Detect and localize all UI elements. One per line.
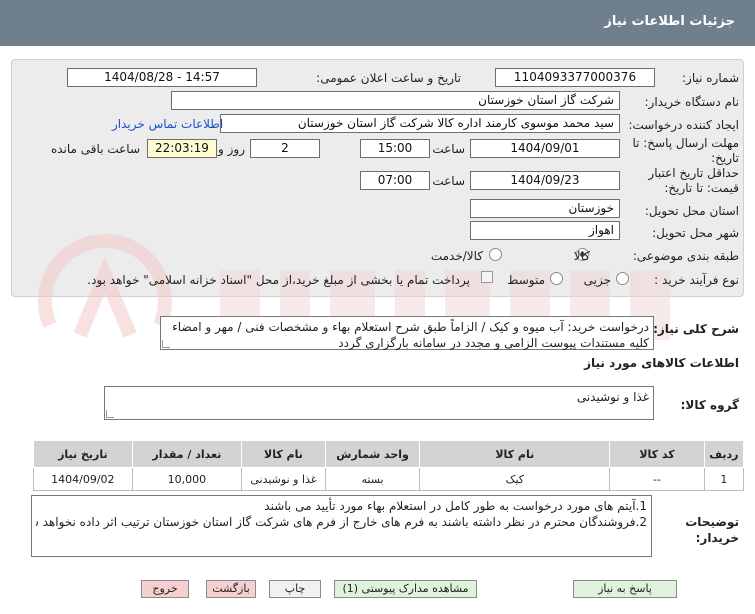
process-radio-medium[interactable] [550, 272, 563, 285]
process-option-medium: متوسط [507, 273, 545, 287]
creator-label: ایجاد کننده درخواست: [628, 118, 739, 132]
cell-unit: بسته [324, 467, 421, 491]
col-quantity: تعداد / مقدار [131, 440, 243, 468]
need-number-label: شماره نیاز: [682, 71, 739, 85]
buyer-note-line-2: 2.فروشندگان محترم در نظر داشته باشند به … [36, 515, 647, 529]
remaining-time-field[interactable]: 22:03:19 [147, 139, 217, 158]
validity-time-label: ساعت [432, 174, 465, 188]
page-title: جزئیات اطلاعات نیاز [604, 14, 735, 29]
back-button[interactable]: بازگشت [206, 580, 256, 598]
cell-need-date: 1404/09/02 [33, 467, 133, 491]
col-row: ردیف [703, 440, 745, 468]
table-row[interactable]: 1 -- کیک بسته غذا و نوشیدنی 10,000 1404/… [33, 467, 745, 491]
col-unit: واحد شمارش [324, 440, 421, 468]
days-remaining-field[interactable]: 2 [250, 139, 320, 158]
deadline-time-label: ساعت [432, 142, 465, 156]
province-label: استان محل تحویل: [644, 204, 739, 218]
goods-table: ردیف کد کالا نام کالا واحد شمارش نام کال… [33, 440, 745, 491]
city-label: شهر محل تحویل: [652, 226, 739, 240]
buyer-contact-link[interactable]: اطلاعات تماس خریدار [112, 117, 223, 131]
description-label: شرح کلی نیاز: [653, 322, 739, 336]
col-group: نام کالا [241, 440, 326, 468]
process-option-minor: جزیی [583, 273, 611, 287]
exit-button[interactable]: خروج [141, 580, 189, 598]
buyer-notes-label: توضیحات خریدار: [685, 515, 739, 545]
need-number-field[interactable]: 1104093377000376 [495, 68, 655, 87]
process-radio-minor[interactable] [616, 272, 629, 285]
deadline-label: مهلت ارسال پاسخ: تا تاریخ: [632, 136, 739, 165]
treasury-payment-checkbox[interactable] [481, 271, 493, 283]
col-name: نام کالا [419, 440, 611, 468]
creator-field[interactable]: سید محمد موسوی کارمند اداره کالا شرکت گا… [220, 114, 620, 133]
category-label: طبقه بندی موضوعی: [632, 249, 739, 263]
col-need-date: تاریخ نیاز [33, 440, 133, 468]
buyer-org-label: نام دستگاه خریدار: [644, 95, 740, 109]
province-field[interactable]: خوزستان [470, 199, 620, 218]
validity-label: حداقل تاریخ اعتبار قیمت: تا تاریخ: [648, 166, 739, 195]
payment-note: پرداخت تمام یا بخشی از مبلغ خرید،از محل … [87, 273, 470, 287]
cell-name: کیک [419, 467, 611, 491]
resize-handle-icon[interactable] [162, 340, 170, 348]
deadline-date-field[interactable]: 1404/09/01 [470, 139, 620, 158]
buyer-note-line-1: 1.آیتم های مورد درخواست به طور کامل در ا… [264, 499, 647, 513]
days-label: روز و [218, 142, 245, 156]
reply-button[interactable]: پاسخ به نیاز [573, 580, 677, 598]
remaining-time-label: ساعت باقی مانده [50, 142, 140, 156]
validity-time-field[interactable]: 07:00 [360, 171, 430, 190]
attachments-button[interactable]: مشاهده مدارک پیوستی (1) [334, 580, 477, 598]
buyer-notes-textarea[interactable]: 1.آیتم های مورد درخواست به طور کامل در ا… [31, 495, 652, 557]
cell-row: 1 [703, 467, 745, 491]
cell-quantity: 10,000 [131, 467, 243, 491]
print-button[interactable]: چاپ [269, 580, 321, 598]
cell-code: -- [609, 467, 705, 491]
process-label: نوع فرآیند خرید : [654, 273, 739, 287]
col-code: کد کالا [609, 440, 705, 468]
buyer-org-field[interactable]: شرکت گاز استان خوزستان [171, 91, 620, 110]
resize-handle-icon[interactable] [106, 410, 114, 418]
cell-group: غذا و نوشیدنی [241, 467, 326, 491]
goods-group-label: گروه کالا: [680, 398, 739, 412]
goods-table-header: ردیف کد کالا نام کالا واحد شمارش نام کال… [33, 440, 745, 468]
goods-group-field[interactable]: غذا و نوشیدنی [104, 386, 654, 420]
announce-label: تاریخ و ساعت اعلان عمومی: [316, 71, 461, 85]
category-radio-goods-service[interactable] [489, 248, 502, 261]
deadline-time-field[interactable]: 15:00 [360, 139, 430, 158]
description-textarea[interactable]: درخواست خرید: آب میوه و کیک / الزاماً طب… [160, 316, 654, 350]
goods-section-title: اطلاعات کالاهای مورد نیاز [584, 356, 739, 370]
city-field[interactable]: اهواز [470, 221, 620, 240]
announce-datetime-field[interactable]: 1404/08/28 - 14:57 [67, 68, 257, 87]
category-option-goods: کالا [573, 249, 590, 263]
validity-date-field[interactable]: 1404/09/23 [470, 171, 620, 190]
category-option-goods-service: کالا/خدمت [430, 249, 483, 263]
